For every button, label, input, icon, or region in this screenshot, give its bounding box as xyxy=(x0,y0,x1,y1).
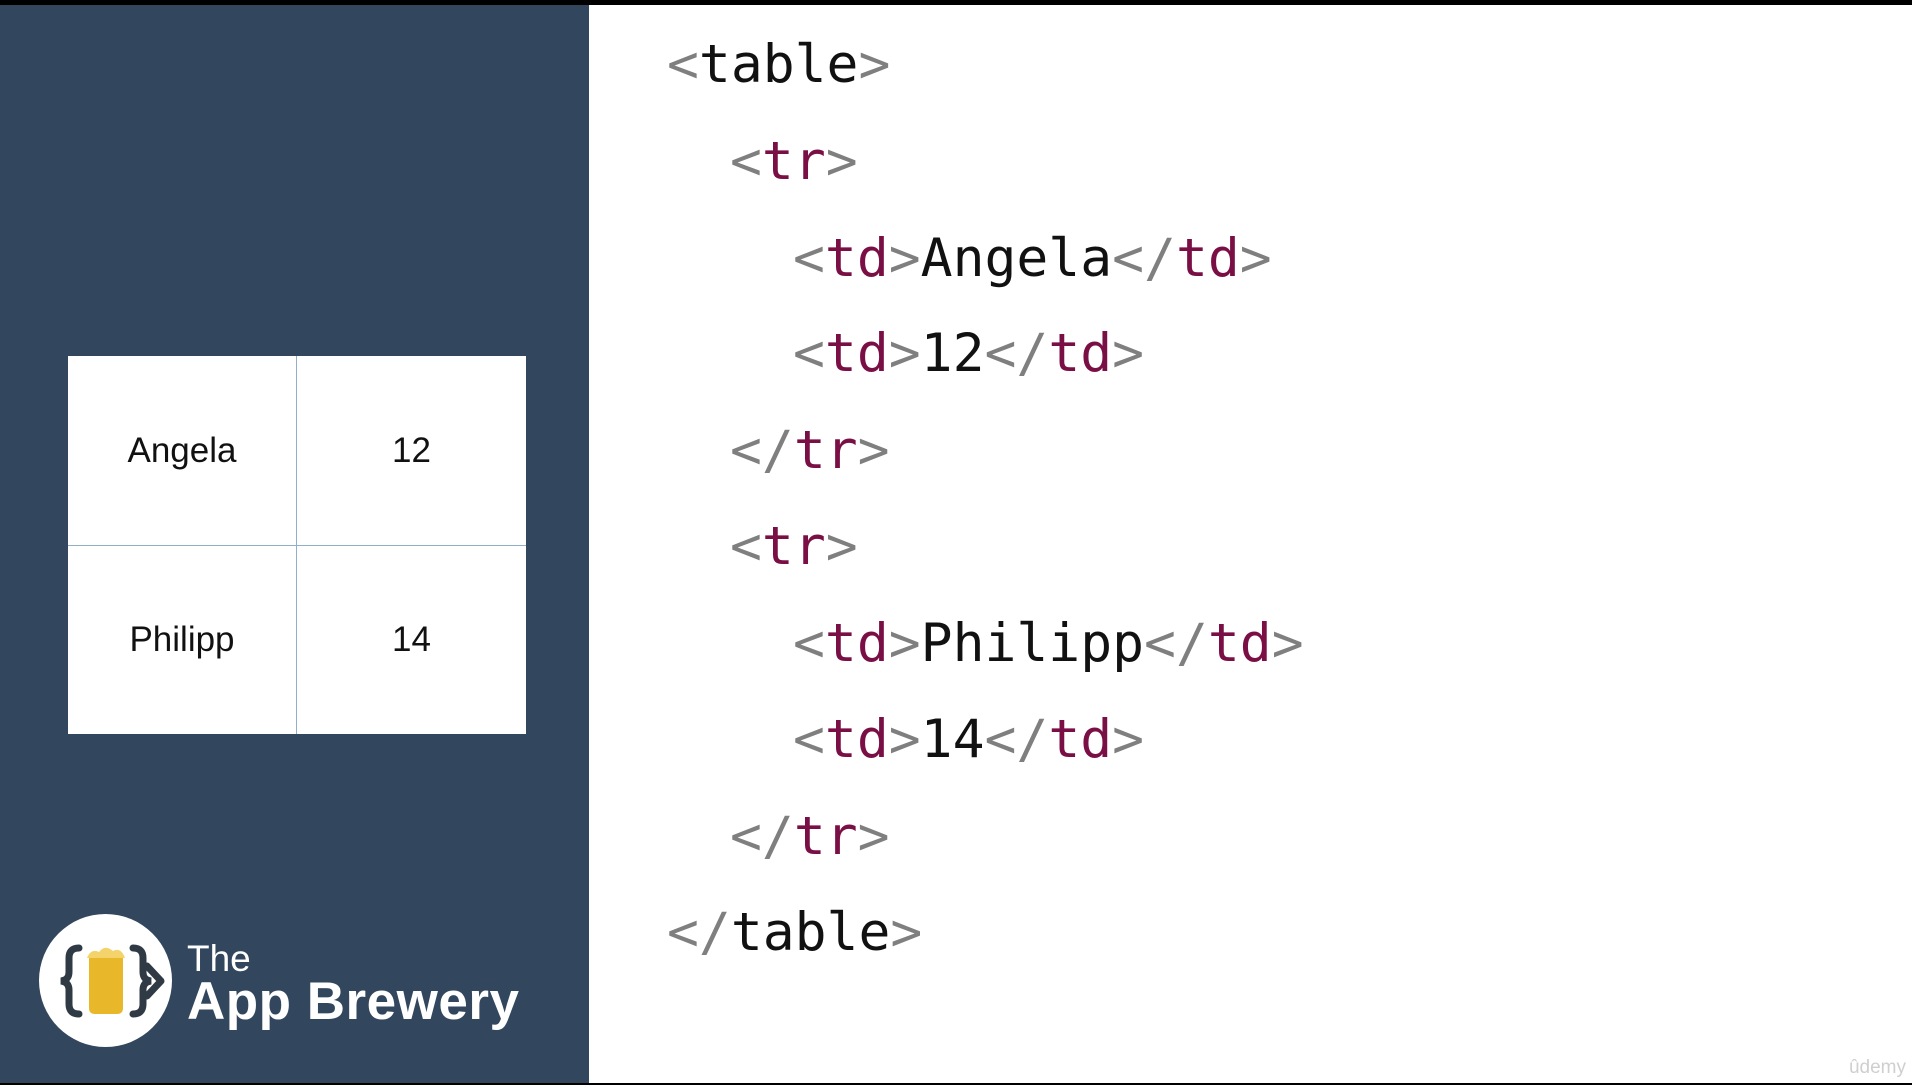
table-row-divider xyxy=(68,545,526,546)
table-cell: Philipp xyxy=(129,620,235,659)
table-cell: 12 xyxy=(392,430,431,470)
code-punct: </ xyxy=(1112,228,1176,289)
code-text: Angela xyxy=(920,228,1113,289)
code-line-table-close: </table> xyxy=(667,903,922,963)
code-tag: td xyxy=(824,709,889,770)
code-tag: td xyxy=(1175,228,1240,289)
beer-mug-braces-icon xyxy=(60,944,165,1018)
code-line-td: <td>Angela</td> xyxy=(793,229,1272,289)
code-punct: > xyxy=(888,709,921,770)
code-punct: < xyxy=(730,516,762,577)
code-tag: tr xyxy=(761,131,826,192)
code-punct: </ xyxy=(730,420,794,481)
code-line-tr-open: <tr> xyxy=(730,517,858,577)
code-punct: > xyxy=(1112,323,1145,384)
code-tag: td xyxy=(1207,613,1272,674)
code-tag: table xyxy=(698,34,859,95)
brand-logo xyxy=(39,914,172,1047)
code-punct: > xyxy=(1239,228,1272,289)
code-punct: < xyxy=(730,131,762,192)
code-punct: </ xyxy=(984,709,1049,770)
brand-name: App Brewery xyxy=(187,972,520,1031)
code-line-tr-open: <tr> xyxy=(730,132,858,192)
code-tag: tr xyxy=(793,420,858,481)
code-punct: </ xyxy=(984,323,1049,384)
code-text: 12 xyxy=(920,323,985,384)
code-punct: > xyxy=(858,34,891,95)
code-punct: > xyxy=(888,228,921,289)
code-tag: td xyxy=(1048,323,1113,384)
code-tag: table xyxy=(730,902,891,963)
code-punct: > xyxy=(1271,613,1304,674)
code-panel: <table> <tr> <td>Angela</td> <td>12</td>… xyxy=(589,5,1912,1083)
slide: Angela 12 Philipp 14 The App Brewery <ta… xyxy=(0,5,1912,1083)
code-text: 14 xyxy=(920,709,985,770)
code-punct: > xyxy=(888,613,921,674)
code-tag: td xyxy=(1048,709,1113,770)
code-line-td: <td>Philipp</td> xyxy=(793,614,1304,674)
code-tag: td xyxy=(824,613,889,674)
table-cell: 14 xyxy=(392,620,431,659)
code-punct: </ xyxy=(1144,613,1208,674)
code-punct: > xyxy=(825,131,858,192)
code-punct: > xyxy=(857,420,890,481)
code-punct: < xyxy=(793,709,825,770)
code-punct: > xyxy=(1112,709,1145,770)
code-punct: < xyxy=(667,34,699,95)
code-punct: < xyxy=(793,613,825,674)
code-punct: > xyxy=(825,516,858,577)
code-line-tr-close: </tr> xyxy=(730,421,890,481)
code-line-table-open: <table> xyxy=(667,35,890,95)
code-punct: > xyxy=(890,902,923,963)
code-tag: tr xyxy=(761,516,826,577)
code-text: Philipp xyxy=(920,613,1145,674)
code-line-td: <td>14</td> xyxy=(793,710,1144,770)
code-punct: < xyxy=(793,323,825,384)
udemy-watermark: ûdemy xyxy=(1848,1057,1906,1078)
code-punct: > xyxy=(857,806,890,867)
code-punct: </ xyxy=(730,806,794,867)
code-punct: < xyxy=(793,228,825,289)
code-line-td: <td>12</td> xyxy=(793,324,1144,384)
code-punct: > xyxy=(888,323,921,384)
table-cell: Angela xyxy=(127,430,237,470)
code-punct: </ xyxy=(667,902,731,963)
code-tag: td xyxy=(824,228,889,289)
rendered-table-preview: Angela 12 Philipp 14 xyxy=(68,356,526,734)
code-tag: td xyxy=(824,323,889,384)
code-tag: tr xyxy=(793,806,858,867)
left-panel: Angela 12 Philipp 14 The App Brewery xyxy=(0,5,589,1083)
code-line-tr-close: </tr> xyxy=(730,807,890,867)
